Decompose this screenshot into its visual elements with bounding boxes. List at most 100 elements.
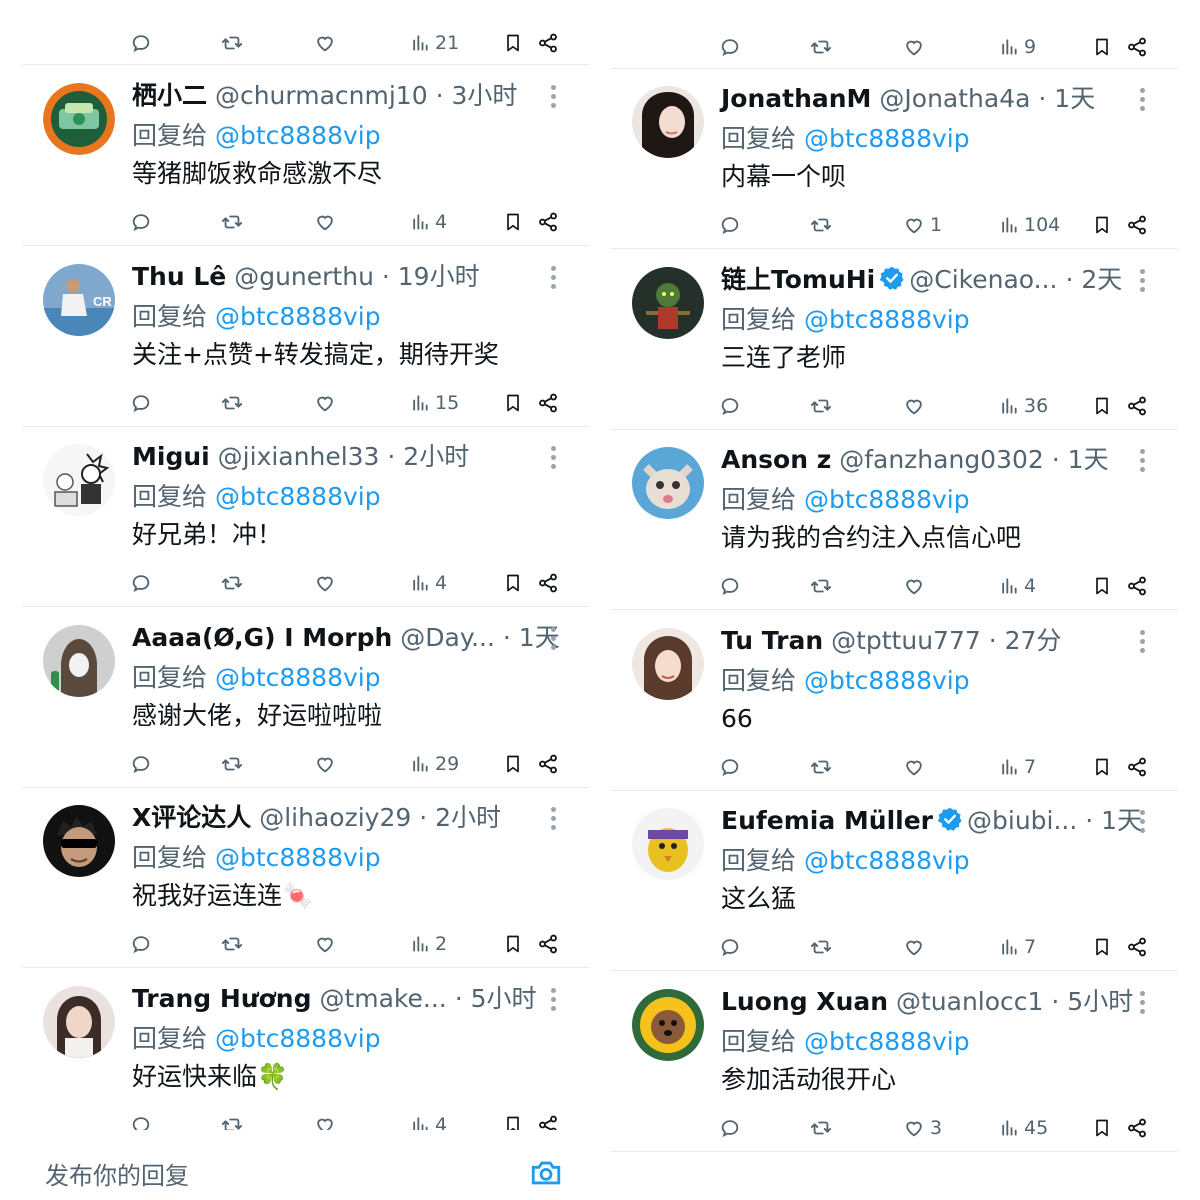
timestamp[interactable]: · 3小时 bbox=[436, 81, 518, 110]
like-button[interactable]: 3 bbox=[903, 1115, 942, 1141]
views-button[interactable]: 4 bbox=[410, 209, 447, 235]
reply-button[interactable] bbox=[130, 390, 152, 416]
bookmark-button[interactable] bbox=[1092, 393, 1112, 419]
display-name[interactable]: X评论达人 bbox=[132, 803, 251, 832]
reply-tweet[interactable]: Eufemia Müller @biubi... · 1天 回复给 @btc888… bbox=[611, 790, 1178, 971]
like-button[interactable] bbox=[314, 30, 341, 56]
bookmark-button[interactable] bbox=[503, 390, 523, 416]
reply-button[interactable] bbox=[130, 931, 152, 957]
user-handle[interactable]: @tpttuu777 bbox=[831, 626, 981, 655]
retweet-button[interactable] bbox=[809, 754, 833, 780]
bookmark-button[interactable] bbox=[1092, 573, 1112, 599]
share-button[interactable] bbox=[537, 751, 559, 777]
like-button[interactable]: 1 bbox=[903, 212, 942, 238]
display-name[interactable]: Luong Xuan bbox=[721, 987, 888, 1016]
retweet-button[interactable] bbox=[220, 570, 244, 596]
share-button[interactable] bbox=[537, 931, 559, 957]
reply-button[interactable] bbox=[719, 934, 741, 960]
share-button[interactable] bbox=[537, 30, 559, 56]
reply-tweet[interactable]: CR Thu Lê @gunerthu · 19小时 回复给 @btc8888v… bbox=[22, 246, 589, 427]
retweet-button[interactable] bbox=[220, 390, 244, 416]
more-icon[interactable] bbox=[551, 987, 557, 1012]
avatar[interactable] bbox=[43, 624, 115, 697]
user-handle[interactable]: @Cikenao... bbox=[909, 265, 1057, 294]
timestamp[interactable]: · 5小时 bbox=[1051, 987, 1133, 1016]
views-button[interactable]: 104 bbox=[999, 212, 1060, 238]
reply-tweet[interactable]: 栖小二 @churmacnmj10 · 3小时 回复给 @btc8888vip … bbox=[22, 65, 589, 246]
timestamp[interactable]: · 2小时 bbox=[419, 803, 501, 832]
user-handle[interactable]: @Day... bbox=[400, 623, 495, 652]
more-icon[interactable] bbox=[551, 85, 557, 109]
timestamp[interactable]: · 19小时 bbox=[382, 262, 480, 291]
views-button[interactable]: 29 bbox=[410, 751, 459, 777]
avatar[interactable] bbox=[43, 805, 115, 877]
reply-tweet[interactable]: Luong Xuan @tuanlocc1 · 5小时 回复给 @btc8888… bbox=[611, 971, 1178, 1152]
like-button[interactable] bbox=[903, 934, 930, 960]
bookmark-button[interactable] bbox=[1092, 34, 1112, 60]
avatar[interactable] bbox=[632, 808, 704, 880]
reply-button[interactable] bbox=[719, 393, 741, 419]
avatar[interactable] bbox=[632, 86, 704, 158]
display-name[interactable]: Aaaa(Ø,G) I Morph bbox=[132, 623, 392, 652]
reply-tweet[interactable]: 链上TomuHi @Cikenao... · 2天 回复给 @btc8888vip… bbox=[611, 249, 1178, 430]
display-name[interactable]: Tu Tran bbox=[721, 626, 823, 655]
reply-tweet[interactable]: Anson z @fanzhang0302 · 1天 回复给 @btc8888v… bbox=[611, 429, 1178, 610]
mention-link[interactable]: @btc8888vip bbox=[215, 663, 381, 692]
timestamp[interactable]: · 1天 bbox=[1085, 806, 1142, 835]
share-button[interactable] bbox=[537, 570, 559, 596]
retweet-button[interactable] bbox=[220, 209, 244, 235]
mention-link[interactable]: @btc8888vip bbox=[215, 302, 381, 331]
share-button[interactable] bbox=[1126, 754, 1148, 780]
retweet-button[interactable] bbox=[809, 212, 833, 238]
user-handle[interactable]: @tuanlocc1 bbox=[896, 987, 1043, 1016]
mention-link[interactable]: @btc8888vip bbox=[804, 846, 970, 875]
share-button[interactable] bbox=[537, 209, 559, 235]
retweet-button[interactable] bbox=[809, 393, 833, 419]
timestamp[interactable]: · 2天 bbox=[1065, 265, 1122, 294]
display-name[interactable]: Trang Hương bbox=[132, 984, 312, 1013]
avatar[interactable] bbox=[43, 444, 115, 516]
user-handle[interactable]: @tmake... bbox=[319, 984, 446, 1013]
reply-button[interactable] bbox=[719, 34, 741, 60]
reply-composer[interactable]: 发布你的回复 bbox=[22, 1130, 589, 1200]
like-button[interactable] bbox=[314, 209, 341, 235]
share-button[interactable] bbox=[1126, 1115, 1148, 1141]
share-button[interactable] bbox=[1126, 393, 1148, 419]
more-icon[interactable] bbox=[551, 626, 557, 651]
like-button[interactable] bbox=[903, 573, 930, 599]
more-icon[interactable] bbox=[1140, 629, 1146, 654]
avatar[interactable] bbox=[632, 988, 704, 1061]
views-button[interactable]: 7 bbox=[999, 934, 1036, 960]
timestamp[interactable]: · 1天 bbox=[1038, 84, 1095, 113]
compose-input[interactable]: 发布你的回复 bbox=[45, 1156, 189, 1191]
bookmark-button[interactable] bbox=[503, 30, 523, 56]
user-handle[interactable]: @Jonatha4a bbox=[879, 84, 1030, 113]
views-button[interactable]: 9 bbox=[999, 34, 1036, 60]
retweet-button[interactable] bbox=[220, 30, 244, 56]
retweet-button[interactable] bbox=[809, 1115, 833, 1141]
retweet-button[interactable] bbox=[809, 34, 833, 60]
share-button[interactable] bbox=[1126, 573, 1148, 599]
like-button[interactable] bbox=[903, 34, 930, 60]
more-icon[interactable] bbox=[1140, 449, 1146, 473]
more-icon[interactable] bbox=[551, 807, 557, 831]
like-button[interactable] bbox=[903, 393, 930, 419]
mention-link[interactable]: @btc8888vip bbox=[804, 485, 970, 514]
reply-button[interactable] bbox=[130, 570, 152, 596]
display-name[interactable]: Migui bbox=[132, 442, 210, 471]
display-name[interactable]: JonathanM bbox=[721, 84, 871, 113]
more-icon[interactable] bbox=[551, 265, 557, 290]
user-handle[interactable]: @jixianhel33 bbox=[218, 442, 380, 471]
reply-tweet[interactable]: Tu Tran @tpttuu777 · 27分 回复给 @btc8888vip… bbox=[611, 610, 1178, 791]
mention-link[interactable]: @btc8888vip bbox=[804, 124, 970, 153]
mention-link[interactable]: @btc8888vip bbox=[215, 843, 381, 872]
bookmark-button[interactable] bbox=[1092, 934, 1112, 960]
avatar[interactable] bbox=[632, 627, 704, 700]
more-icon[interactable] bbox=[551, 446, 557, 470]
mention-link[interactable]: @btc8888vip bbox=[215, 1024, 381, 1053]
user-handle[interactable]: @lihaoziy29 bbox=[259, 803, 411, 832]
like-button[interactable] bbox=[314, 751, 341, 777]
like-button[interactable] bbox=[903, 754, 930, 780]
retweet-button[interactable] bbox=[809, 934, 833, 960]
more-icon[interactable] bbox=[1140, 268, 1146, 293]
